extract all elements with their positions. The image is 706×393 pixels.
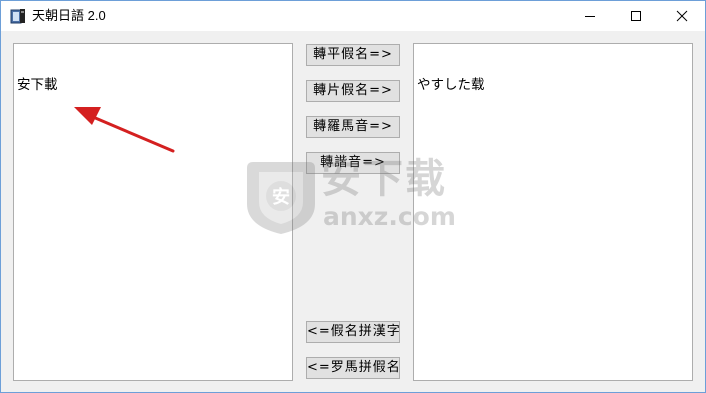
- romaji-to-kana-button[interactable]: <=罗馬拼假名: [306, 357, 400, 379]
- to-hiragana-button[interactable]: 轉平假名=>: [306, 44, 400, 66]
- to-katakana-button[interactable]: 轉片假名=>: [306, 80, 400, 102]
- close-icon: [676, 10, 688, 22]
- watermark-domain: anxz.com: [323, 202, 456, 231]
- watermark: 安 安下载 anxz.com: [245, 156, 465, 242]
- minimize-icon: [585, 16, 595, 17]
- shield-icon: 安: [247, 162, 315, 234]
- window-title: 天朝日語 2.0: [32, 8, 106, 23]
- app-window: 天朝日語 2.0 安下載 轉平假名=> 轉片假名=> 轉羅馬音=> 轉諧音=> …: [0, 0, 706, 393]
- kana-to-kanji-button[interactable]: <=假名拼漢字: [306, 321, 400, 343]
- app-icon: [10, 9, 25, 24]
- watermark-badge: 安: [272, 186, 290, 208]
- to-romaji-button[interactable]: 轉羅馬音=>: [306, 116, 400, 138]
- watermark-title: 安下载: [321, 156, 447, 202]
- close-button[interactable]: [659, 1, 705, 31]
- minimize-button[interactable]: [567, 1, 613, 31]
- title-bar[interactable]: 天朝日語 2.0: [1, 1, 705, 31]
- output-text: やすした载: [417, 77, 485, 93]
- maximize-button[interactable]: [613, 1, 659, 31]
- input-text: 安下載: [17, 77, 58, 93]
- maximize-icon: [631, 11, 641, 21]
